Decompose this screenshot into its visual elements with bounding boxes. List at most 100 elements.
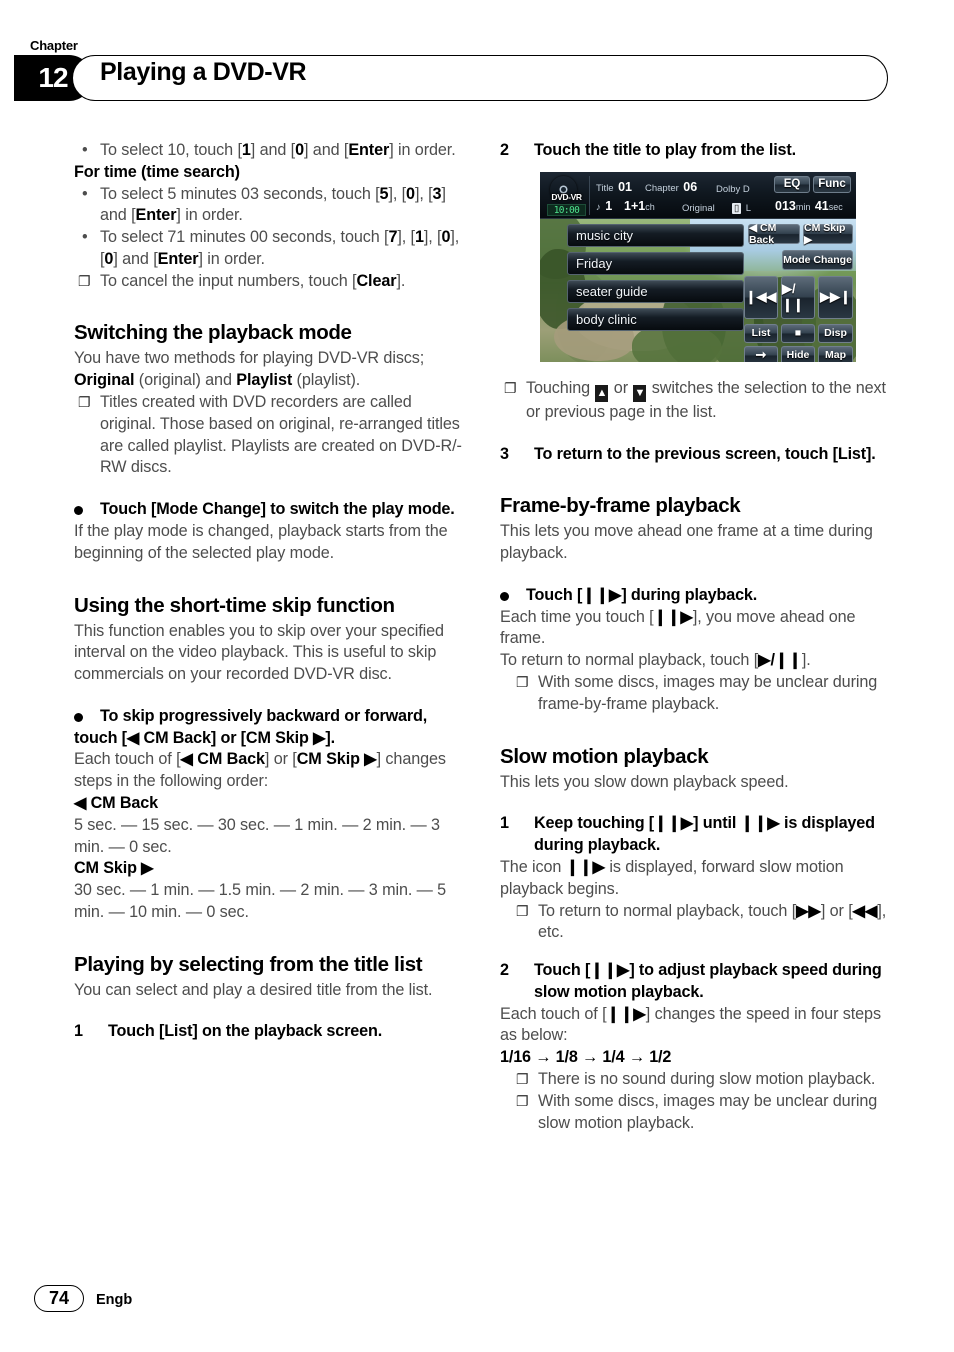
step-mode-change: Touch [Mode Change] to switch the play m… bbox=[74, 499, 464, 521]
note-item: ❐ There is no sound during slow motion p… bbox=[512, 1069, 890, 1091]
title-list-item-label: music city bbox=[576, 227, 634, 243]
step-text: To return to the previous screen, touch … bbox=[534, 444, 876, 463]
step-skip: To skip progressively backward or forwar… bbox=[74, 706, 464, 750]
title-label: Title bbox=[596, 182, 614, 194]
section-heading-switching: Switching the playback mode bbox=[74, 321, 352, 345]
audio-channel-side: ▯ L bbox=[732, 198, 751, 216]
play-pause-button[interactable]: ▶/❙❙ bbox=[781, 275, 815, 319]
step-number: 2 bbox=[500, 141, 510, 159]
step-2: 2 Touch the title to play from the list. bbox=[500, 140, 890, 162]
skip-step-body: Each touch of [◀ CM Back] or [CM Skip ▶]… bbox=[74, 750, 446, 791]
step-text: Touch [❙❙▶] during playback. bbox=[526, 585, 758, 604]
step-text: Touch the title to play from the list. bbox=[534, 141, 797, 159]
section-heading-slow: Slow motion playback bbox=[500, 744, 709, 768]
list-item: • To select 71 minutes 00 seconds, touch… bbox=[74, 227, 464, 271]
section-heading-skip: Using the short-time skip function bbox=[74, 593, 395, 617]
bullet-text: To select 71 minutes 00 seconds, touch [… bbox=[100, 228, 460, 268]
cm-back-values: 5 sec. — 15 sec. — 30 sec. — 1 min. — 2 … bbox=[74, 815, 440, 856]
list-button[interactable]: List bbox=[744, 323, 778, 343]
bullet-dot-icon bbox=[74, 712, 83, 722]
device-status-bar: DVD-VR 10:00 Title 01 Chapter 06 Dolby D… bbox=[540, 171, 856, 219]
slow-step2-body: Each touch of [❙❙▶] changes the speed in… bbox=[500, 1004, 881, 1045]
cm-back-button[interactable]: ◀ CM Back bbox=[748, 222, 800, 246]
audio-format-label: Dolby D bbox=[716, 183, 750, 195]
slow-step1-body: The icon ❙❙▶ is displayed, forward slow … bbox=[500, 857, 844, 898]
channel-value: 1+1 bbox=[624, 198, 646, 213]
mode-change-button[interactable]: Mode Change bbox=[782, 249, 853, 270]
cm-skip-label: CM Skip ▶ bbox=[74, 859, 154, 878]
elapsed-time: 013min 41sec bbox=[775, 197, 843, 215]
left-column: • To select 10, touch [1] and [0] and [E… bbox=[74, 140, 464, 1043]
func-button[interactable]: Func bbox=[813, 175, 851, 193]
status-divider bbox=[589, 175, 590, 215]
note-text: To cancel the input numbers, touch [Clea… bbox=[100, 271, 406, 290]
frame-step-body: Each time you touch [❙❙▶], you move ahea… bbox=[500, 607, 856, 648]
cm-back-label: ◀ CM Back bbox=[74, 793, 158, 812]
title-info: Title 01 bbox=[596, 178, 632, 196]
title-list-item-4[interactable]: body clinic bbox=[567, 307, 744, 331]
title-list-item-2[interactable]: Friday bbox=[567, 251, 744, 275]
note-square-icon: ❐ bbox=[516, 674, 529, 691]
next-track-button[interactable]: ▶▶❙ bbox=[818, 275, 853, 319]
note-text: Touching ▲ or ▼ switches the selection t… bbox=[526, 378, 886, 421]
map-button[interactable]: Map bbox=[818, 345, 853, 362]
step-3: 3 To return to the previous screen, touc… bbox=[500, 444, 890, 466]
device-screenshot: music city Friday seater guide body clin… bbox=[540, 171, 856, 362]
audio-track-value: 1 bbox=[605, 198, 613, 213]
disc-format-label: DVD-VR bbox=[551, 191, 582, 202]
bullet-marker: • bbox=[82, 184, 88, 203]
music-note-icon: ♪ bbox=[596, 201, 601, 213]
step-1: 1 Touch [List] on the playback screen. bbox=[74, 1021, 464, 1043]
note-text: With some discs, images may be unclear d… bbox=[538, 673, 878, 713]
frame-body: This lets you move ahead one frame at a … bbox=[500, 522, 873, 563]
cm-skip-values: 30 sec. — 1 min. — 1.5 min. — 2 min. — 3… bbox=[74, 881, 447, 921]
note-square-icon: ❐ bbox=[516, 1070, 529, 1087]
step-number: 1 bbox=[500, 814, 510, 833]
note-item: ❐ With some discs, images may be unclear… bbox=[512, 672, 890, 716]
time-seconds-unit: sec bbox=[828, 201, 843, 212]
note-item: ❐ To cancel the input numbers, touch [Cl… bbox=[74, 271, 464, 293]
step-number: 2 bbox=[500, 961, 510, 980]
note-square-icon: ❐ bbox=[516, 902, 529, 919]
bullet-text: To select 5 minutes 03 seconds, touch [5… bbox=[100, 184, 446, 225]
chapter-info: Chapter 06 bbox=[645, 178, 697, 196]
stop-button[interactable]: ■ bbox=[781, 323, 815, 343]
skip-body: This function enables you to skip over y… bbox=[74, 621, 444, 684]
bullet-text: To select 10, touch [1] and [0] and [Ent… bbox=[100, 141, 456, 159]
cm-skip-button[interactable]: CM Skip ▶ bbox=[803, 222, 853, 246]
previous-track-button[interactable]: ❙◀◀ bbox=[744, 275, 778, 319]
list-item: • To select 5 minutes 03 seconds, touch … bbox=[74, 184, 464, 228]
time-seconds: 41 bbox=[814, 198, 829, 213]
title-list-item-1[interactable]: music city bbox=[567, 223, 744, 247]
note-square-icon: ❐ bbox=[504, 379, 517, 396]
note-item: ❐ With some discs, images may be unclear… bbox=[512, 1091, 890, 1135]
note-item: ❐ Titles created with DVD recorders are … bbox=[74, 392, 464, 479]
switching-body: You have two methods for playing DVD-VR … bbox=[74, 349, 425, 390]
lock-label: L bbox=[745, 202, 751, 214]
audio-track-info: ♪ 1 bbox=[596, 197, 612, 215]
for-time-heading: For time (time search) bbox=[74, 162, 240, 181]
right-column: 2 Touch the title to play from the list.… bbox=[500, 140, 890, 1134]
eq-button[interactable]: EQ bbox=[774, 175, 810, 193]
note-square-icon: ❐ bbox=[78, 394, 91, 411]
language-code: Engb bbox=[96, 1292, 133, 1308]
slow-body: This lets you slow down playback speed. bbox=[500, 772, 789, 791]
hide-button[interactable]: Hide bbox=[781, 345, 815, 362]
disp-button[interactable]: Disp bbox=[818, 323, 853, 343]
step-slow-2: 2 Touch [❙❙▶] to adjust playback speed d… bbox=[500, 960, 890, 1004]
step-text: Touch [List] on the playback screen. bbox=[108, 1022, 383, 1041]
mode-label: Original bbox=[682, 202, 715, 214]
title-list-item-label: Friday bbox=[576, 255, 613, 271]
list-item: • To select 10, touch [1] and [0] and [E… bbox=[74, 140, 464, 162]
step-text: Touch [❙❙▶] to adjust playback speed dur… bbox=[534, 961, 882, 1001]
forward-arrow-button[interactable]: ➞ bbox=[744, 345, 778, 362]
title-list-item-3[interactable]: seater guide bbox=[567, 279, 744, 303]
time-minutes-unit: min bbox=[795, 201, 811, 212]
section-heading-title-list: Playing by selecting from the title list bbox=[74, 952, 423, 976]
device-video-background: music city Friday seater guide body clin… bbox=[540, 218, 856, 362]
title-list-item-label: body clinic bbox=[576, 311, 637, 327]
page-header: Chapter 12 Playing a DVD-VR bbox=[0, 0, 954, 110]
frame-return-text: To return to normal playback, touch [▶/❙… bbox=[500, 651, 811, 670]
step-slow-1: 1 Keep touching [❙❙▶] until ❙❙▶ is displ… bbox=[500, 813, 890, 857]
note-item: ❐ To return to normal playback, touch [▶… bbox=[512, 901, 890, 945]
